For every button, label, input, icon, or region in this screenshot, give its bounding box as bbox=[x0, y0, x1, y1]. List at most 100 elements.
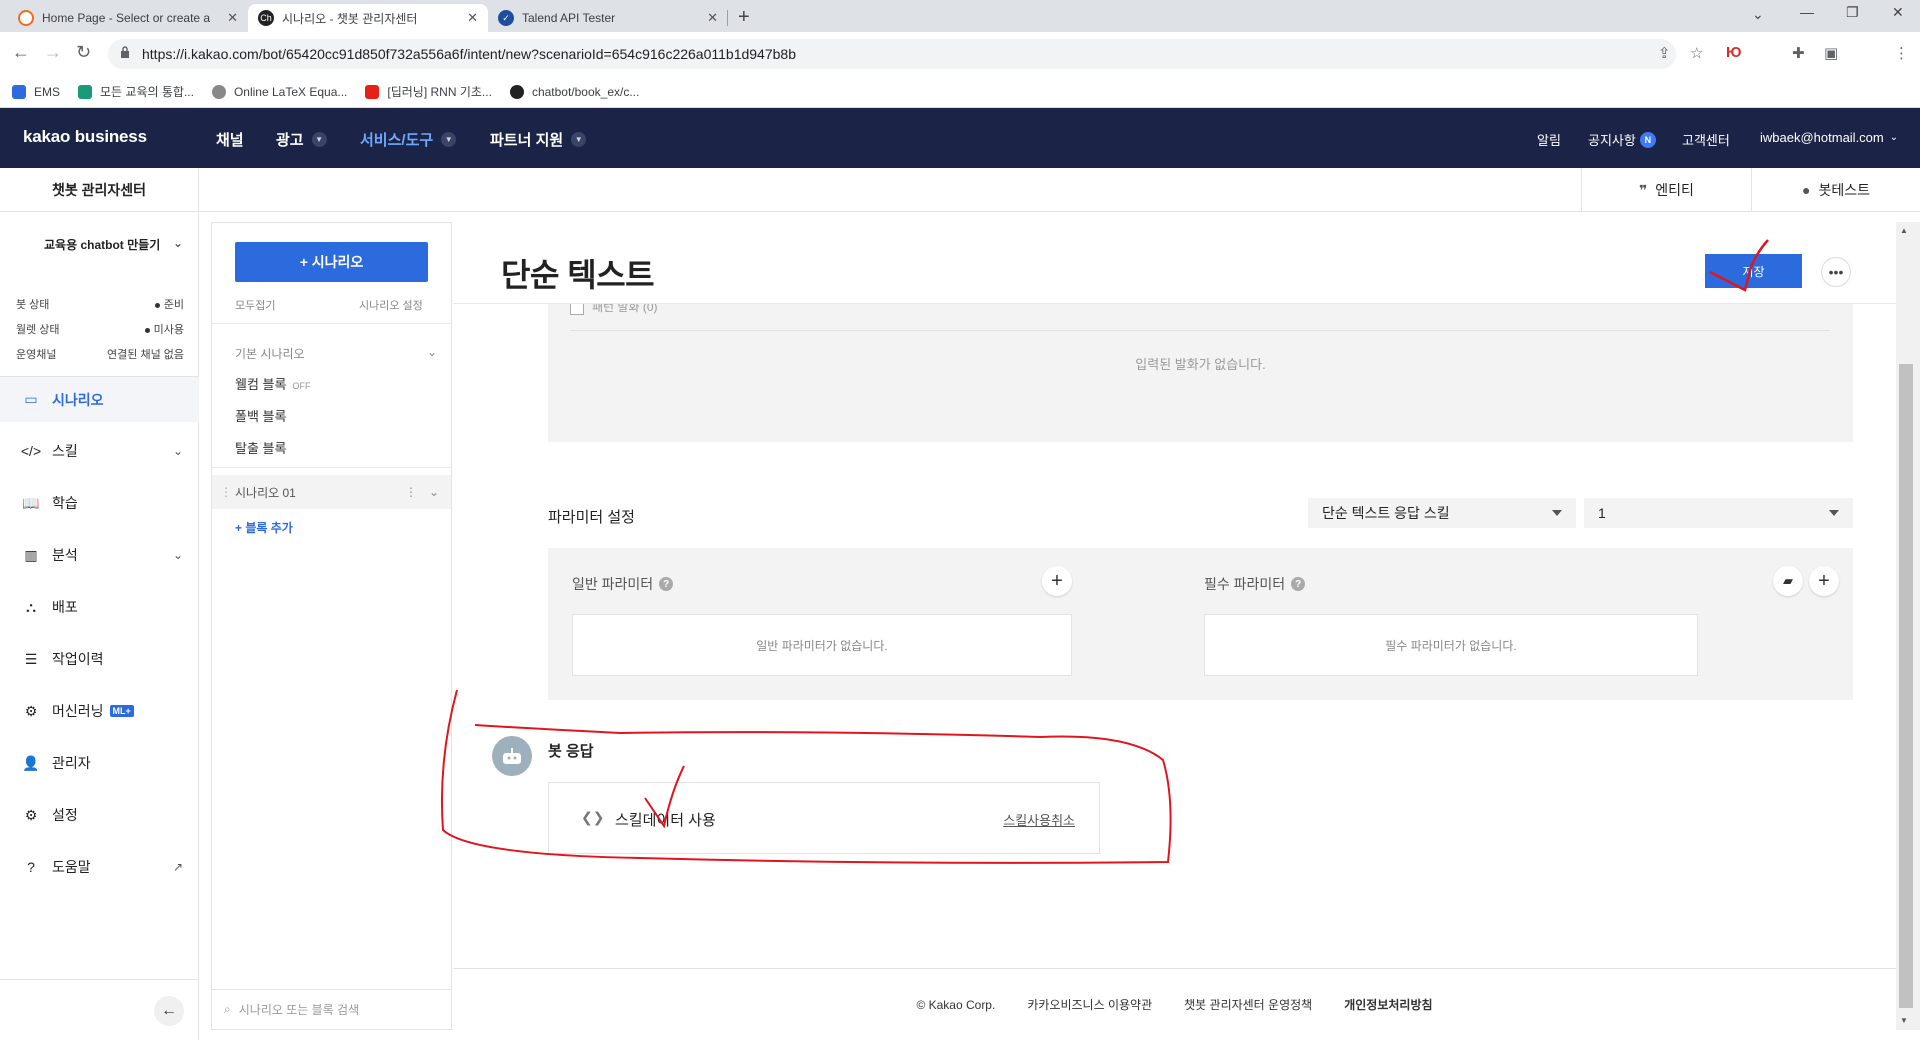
collapse-sidebar-icon[interactable]: ← bbox=[154, 996, 184, 1026]
scenario-search[interactable]: ⌕ 시나리오 또는 블록 검색 bbox=[212, 989, 451, 1029]
welcome-block[interactable]: 웰컴 블록 OFF bbox=[235, 374, 310, 393]
bot-test-button[interactable]: ● 봇테스트 bbox=[1751, 168, 1920, 212]
new-tab-icon[interactable]: + bbox=[738, 6, 750, 29]
bot-selector[interactable]: 교육용 chatbot 만들기 ⌄ bbox=[0, 212, 199, 276]
skill-data-label: 스킬데이터 사용 bbox=[615, 812, 716, 829]
url-input[interactable]: https://i.kakao.com/bot/65420cc91d850f73… bbox=[108, 39, 1676, 69]
sub-header: 챗봇 관리자센터 ❞ 엔티티 ● 봇테스트 bbox=[0, 168, 1920, 212]
scroll-down-icon[interactable]: ▼ bbox=[1900, 1016, 1908, 1025]
sidebar-item-learning[interactable]: 📖 학습 bbox=[0, 480, 199, 526]
menu-label: 머신러닝 bbox=[52, 703, 104, 719]
reload-icon[interactable]: ↻ bbox=[76, 42, 91, 63]
address-bar-row: ← → ↻ https://i.kakao.com/bot/65420cc91d… bbox=[0, 32, 1920, 96]
restore-icon[interactable]: ❐ bbox=[1846, 4, 1859, 21]
more-vertical-icon[interactable]: ⋮ bbox=[405, 485, 417, 499]
bot-avatar bbox=[492, 736, 532, 776]
admin-icon: 👤 bbox=[22, 754, 40, 771]
sidebar-item-deploy[interactable]: ⛬ 배포 bbox=[0, 584, 199, 630]
scrollbar-thumb[interactable] bbox=[1899, 364, 1913, 1008]
chevron-down-icon[interactable]: ⌄ bbox=[429, 485, 439, 499]
add-general-param-icon[interactable]: + bbox=[1042, 566, 1072, 596]
privacy-link[interactable]: 개인정보처리방침 bbox=[1344, 996, 1432, 1013]
collapse-all-link[interactable]: 모두접기 bbox=[235, 297, 275, 313]
close-icon[interactable]: ✕ bbox=[707, 10, 718, 26]
add-required-param-icon[interactable]: + bbox=[1809, 566, 1839, 596]
scenario-01-item[interactable]: ⋮ 시나리오 01 ⋮ ⌄ bbox=[212, 475, 451, 509]
drag-handle-icon[interactable]: ⋮ bbox=[220, 485, 232, 499]
sidebar-item-skill[interactable]: </> 스킬 ⌄ bbox=[0, 428, 199, 474]
default-scenario-header[interactable]: 기본 시나리오 ⌄ bbox=[212, 345, 451, 362]
question-icon[interactable]: ? bbox=[1291, 577, 1306, 591]
sidebar-item-admin[interactable]: 👤 관리자 bbox=[0, 740, 199, 786]
add-scenario-button[interactable]: + 시나리오 bbox=[235, 242, 428, 282]
close-icon[interactable]: ✕ bbox=[227, 10, 238, 26]
copyright: © Kakao Corp. bbox=[916, 997, 996, 1012]
sidebar-item-analysis[interactable]: ▥ 분석 ⌄ bbox=[0, 532, 199, 578]
kakao-business-logo[interactable]: kakao business bbox=[23, 127, 147, 147]
window-close-icon[interactable]: ✕ bbox=[1892, 4, 1904, 21]
minimize-icon[interactable]: — bbox=[1800, 4, 1814, 20]
forward-icon[interactable]: → bbox=[44, 42, 62, 63]
folder-icon[interactable]: ▰ bbox=[1773, 566, 1803, 596]
sidepanel-icon[interactable]: ▣ bbox=[1824, 44, 1838, 62]
tab-home-page[interactable]: Home Page - Select or create a ✕ bbox=[8, 4, 248, 32]
cancel-skill-link[interactable]: 스킬사용취소 bbox=[1003, 810, 1075, 829]
sidebar-item-scenario[interactable]: ▭ 시나리오 bbox=[0, 376, 199, 422]
skill-select[interactable]: 단순 텍스트 응답 스킬 bbox=[1308, 498, 1576, 528]
tab-scenario[interactable]: Ch 시나리오 - 챗봇 관리자센터 ✕ bbox=[248, 4, 488, 32]
nav-services-tools[interactable]: 서비스/도구 ▼ bbox=[360, 129, 457, 150]
question-icon[interactable]: ? bbox=[659, 577, 674, 591]
star-icon[interactable]: ☆ bbox=[1690, 44, 1703, 62]
puzzle-icon[interactable]: ✚ bbox=[1792, 44, 1805, 62]
tab-search-chevron-icon[interactable]: ⌄ bbox=[1752, 6, 1764, 23]
support-link[interactable]: 고객센터 bbox=[1682, 130, 1730, 149]
chart-icon: ▥ bbox=[24, 546, 38, 563]
scenario-settings-link[interactable]: 시나리오 설정 bbox=[359, 297, 423, 313]
sidebar-item-settings[interactable]: ⚙ 설정 bbox=[0, 792, 199, 838]
nav-label: 파트너 지원 bbox=[490, 132, 564, 149]
quote-icon: ❞ bbox=[1639, 181, 1648, 198]
sidebar-item-ml[interactable]: ⚙ 머신러닝 ML+ bbox=[0, 688, 199, 734]
ml-plus-badge: ML+ bbox=[109, 705, 134, 717]
scroll-up-icon[interactable]: ▲ bbox=[1900, 226, 1908, 235]
kebab-menu-icon[interactable]: ⋮ bbox=[1894, 44, 1909, 62]
sidebar-item-help[interactable]: ? 도움말 ↗ bbox=[0, 844, 199, 890]
bookmark-rnn[interactable]: [딥러닝] RNN 기초... bbox=[365, 83, 492, 100]
save-button[interactable]: 저장 bbox=[1705, 254, 1802, 288]
tab-talend[interactable]: ✓ Talend API Tester ✕ bbox=[488, 4, 728, 32]
share-icon[interactable]: ⇪ bbox=[1658, 44, 1671, 62]
nav-ads[interactable]: 광고 ▼ bbox=[276, 129, 327, 150]
url-text: https://i.kakao.com/bot/65420cc91d850f73… bbox=[142, 46, 796, 62]
alarm-link[interactable]: 알림 bbox=[1537, 130, 1561, 149]
account-menu[interactable]: iwbaek@hotmail.com ⌄ bbox=[1760, 130, 1898, 145]
fallback-block[interactable]: 폴백 블록 bbox=[235, 406, 286, 425]
entity-button[interactable]: ❞ 엔티티 bbox=[1581, 168, 1751, 212]
off-tag: OFF bbox=[292, 381, 311, 391]
bookmark-ems[interactable]: EMS bbox=[12, 84, 60, 99]
bookmark-github[interactable]: chatbot/book_ex/c... bbox=[509, 84, 639, 99]
block-title[interactable]: 단순 텍스트 bbox=[501, 250, 655, 296]
extension-yu-icon[interactable]: Ю bbox=[1726, 44, 1741, 61]
more-options-icon[interactable]: ••• bbox=[1821, 257, 1851, 287]
nav-partner[interactable]: 파트너 지원 ▼ bbox=[490, 129, 587, 150]
general-param-empty: 일반 파라미터가 없습니다. bbox=[572, 614, 1072, 676]
nav-channel[interactable]: 채널 bbox=[216, 129, 244, 150]
search-placeholder: 시나리오 또는 블록 검색 bbox=[238, 1003, 360, 1017]
exit-block[interactable]: 탈출 블록 bbox=[235, 438, 286, 457]
version-select[interactable]: 1 bbox=[1584, 498, 1853, 528]
close-icon[interactable]: ✕ bbox=[467, 10, 478, 26]
notice-link[interactable]: 공지사항 N bbox=[1588, 130, 1656, 149]
policy-link[interactable]: 챗봇 관리자센터 운영정책 bbox=[1184, 996, 1312, 1013]
version-select-value: 1 bbox=[1598, 505, 1606, 521]
main-scrollbar[interactable]: ▲ ▼ bbox=[1896, 222, 1920, 1030]
scenario-panel: + 시나리오 모두접기 시나리오 설정 기본 시나리오 ⌄ 웰컴 블록 OFF 폴백… bbox=[211, 222, 452, 1030]
bookmark-latex[interactable]: Online LaTeX Equa... bbox=[211, 84, 347, 99]
skill-data-card[interactable]: ❮❯ 스킬데이터 사용 스킬사용취소 bbox=[548, 782, 1100, 854]
terms-link[interactable]: 카카오비즈니스 이용약관 bbox=[1027, 996, 1152, 1013]
channel-status-row: 운영채널 연결된 채널 없음 bbox=[16, 346, 184, 362]
sidebar-item-history[interactable]: ☰ 작업이력 bbox=[0, 636, 199, 682]
back-icon[interactable]: ← bbox=[12, 42, 30, 63]
bottest-label: 봇테스트 bbox=[1818, 182, 1870, 198]
bookmark-education[interactable]: 모든 교육의 통합... bbox=[78, 83, 194, 100]
add-block-link[interactable]: + 블록 추가 bbox=[235, 519, 293, 536]
